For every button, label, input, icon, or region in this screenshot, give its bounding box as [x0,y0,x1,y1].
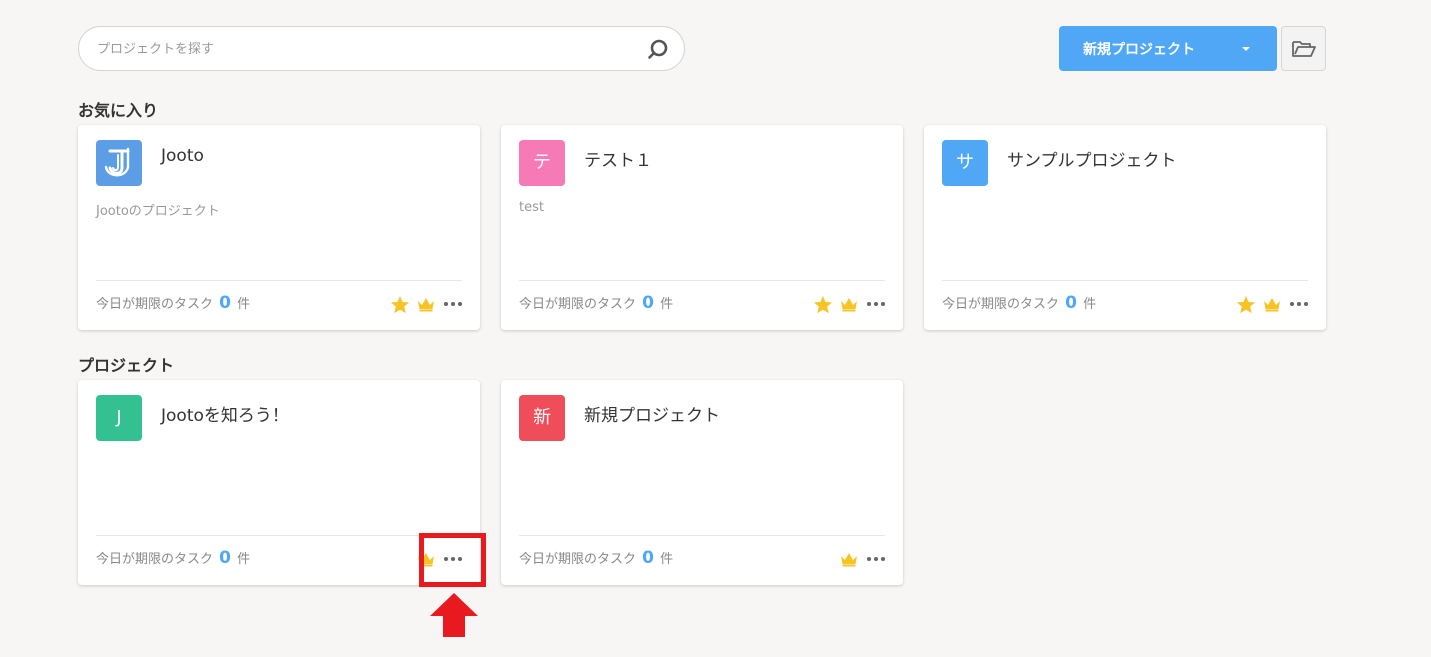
project-search-box [78,26,685,71]
due-today-tasks: 今日が期限のタスク 0 件 [96,293,250,313]
due-today-label: 今日が期限のタスク [519,297,637,312]
due-today-tasks: 今日が期限のタスク 0 件 [942,293,1096,313]
project-title: Jootoを知ろう！ [161,406,289,426]
due-today-unit: 件 [237,297,251,312]
more-options-icon[interactable] [1288,300,1310,308]
project-avatar [96,140,142,186]
crown-icon [1264,298,1280,312]
annotation-arrow-up-icon [430,593,478,637]
star-icon[interactable] [390,295,410,314]
card-actions [390,295,464,313]
project-card-new-project[interactable]: 新 新規プロジェクト 今日が期限のタスク 0 件 [501,380,903,585]
project-avatar: 新 [519,395,565,441]
due-today-count: 0 [1065,293,1077,313]
crown-icon [418,298,434,312]
more-options-icon[interactable] [865,555,887,563]
chevron-down-icon[interactable] [1242,47,1250,51]
due-today-count: 0 [642,293,654,313]
card-actions [416,550,464,568]
projects-section-title: プロジェクト [78,356,175,375]
due-today-tasks: 今日が期限のタスク 0 件 [519,548,673,568]
project-title: サンプルプロジェクト [1007,151,1177,171]
due-today-label: 今日が期限のタスク [519,552,637,567]
crown-icon [841,298,857,312]
project-card-jooto[interactable]: Jooto Jootoのプロジェクト 今日が期限のタスク 0 件 [78,125,480,330]
card-divider [96,280,462,281]
more-options-icon[interactable] [442,555,464,563]
due-today-unit: 件 [237,552,251,567]
more-options-icon[interactable] [442,300,464,308]
due-today-count: 0 [219,293,231,313]
project-card-test1[interactable]: テ テスト１ test 今日が期限のタスク 0 件 [501,125,903,330]
due-today-tasks: 今日が期限のタスク 0 件 [519,293,673,313]
archive-folder-button[interactable] [1281,26,1326,71]
card-divider [519,280,885,281]
favorites-section-title: お気に入り [78,101,159,120]
project-avatar: テ [519,140,565,186]
due-today-unit: 件 [660,297,674,312]
project-avatar: J [96,395,142,441]
due-today-unit: 件 [660,552,674,567]
more-options-icon[interactable] [865,300,887,308]
project-card-learn-jooto[interactable]: J Jootoを知ろう！ 今日が期限のタスク 0 件 [78,380,480,585]
project-description: Jootoのプロジェクト [96,204,220,219]
folder-open-icon [1292,41,1316,57]
star-icon[interactable] [1236,295,1256,314]
due-today-label: 今日が期限のタスク [96,297,214,312]
due-today-count: 0 [219,548,231,568]
crown-icon [418,553,434,567]
project-description: test [519,200,544,215]
card-divider [942,280,1308,281]
due-today-unit: 件 [1083,297,1097,312]
card-actions [813,295,887,313]
card-actions [1236,295,1310,313]
due-today-tasks: 今日が期限のタスク 0 件 [96,548,250,568]
project-search-input[interactable] [97,38,637,60]
project-title: テスト１ [584,151,652,171]
project-card-sample[interactable]: サ サンプルプロジェクト 今日が期限のタスク 0 件 [924,125,1326,330]
new-project-label: 新規プロジェクト [1083,42,1195,58]
project-title: Jooto [161,146,204,166]
project-title: 新規プロジェクト [584,406,720,426]
star-icon[interactable] [813,295,833,314]
search-icon[interactable] [646,38,670,62]
crown-icon [841,553,857,567]
card-actions [839,550,887,568]
due-today-label: 今日が期限のタスク [942,297,1060,312]
card-divider [96,535,462,536]
card-divider [519,535,885,536]
new-project-button[interactable]: 新規プロジェクト [1059,26,1277,71]
due-today-count: 0 [642,548,654,568]
project-avatar: サ [942,140,988,186]
due-today-label: 今日が期限のタスク [96,552,214,567]
jooto-logo-icon [104,147,130,177]
